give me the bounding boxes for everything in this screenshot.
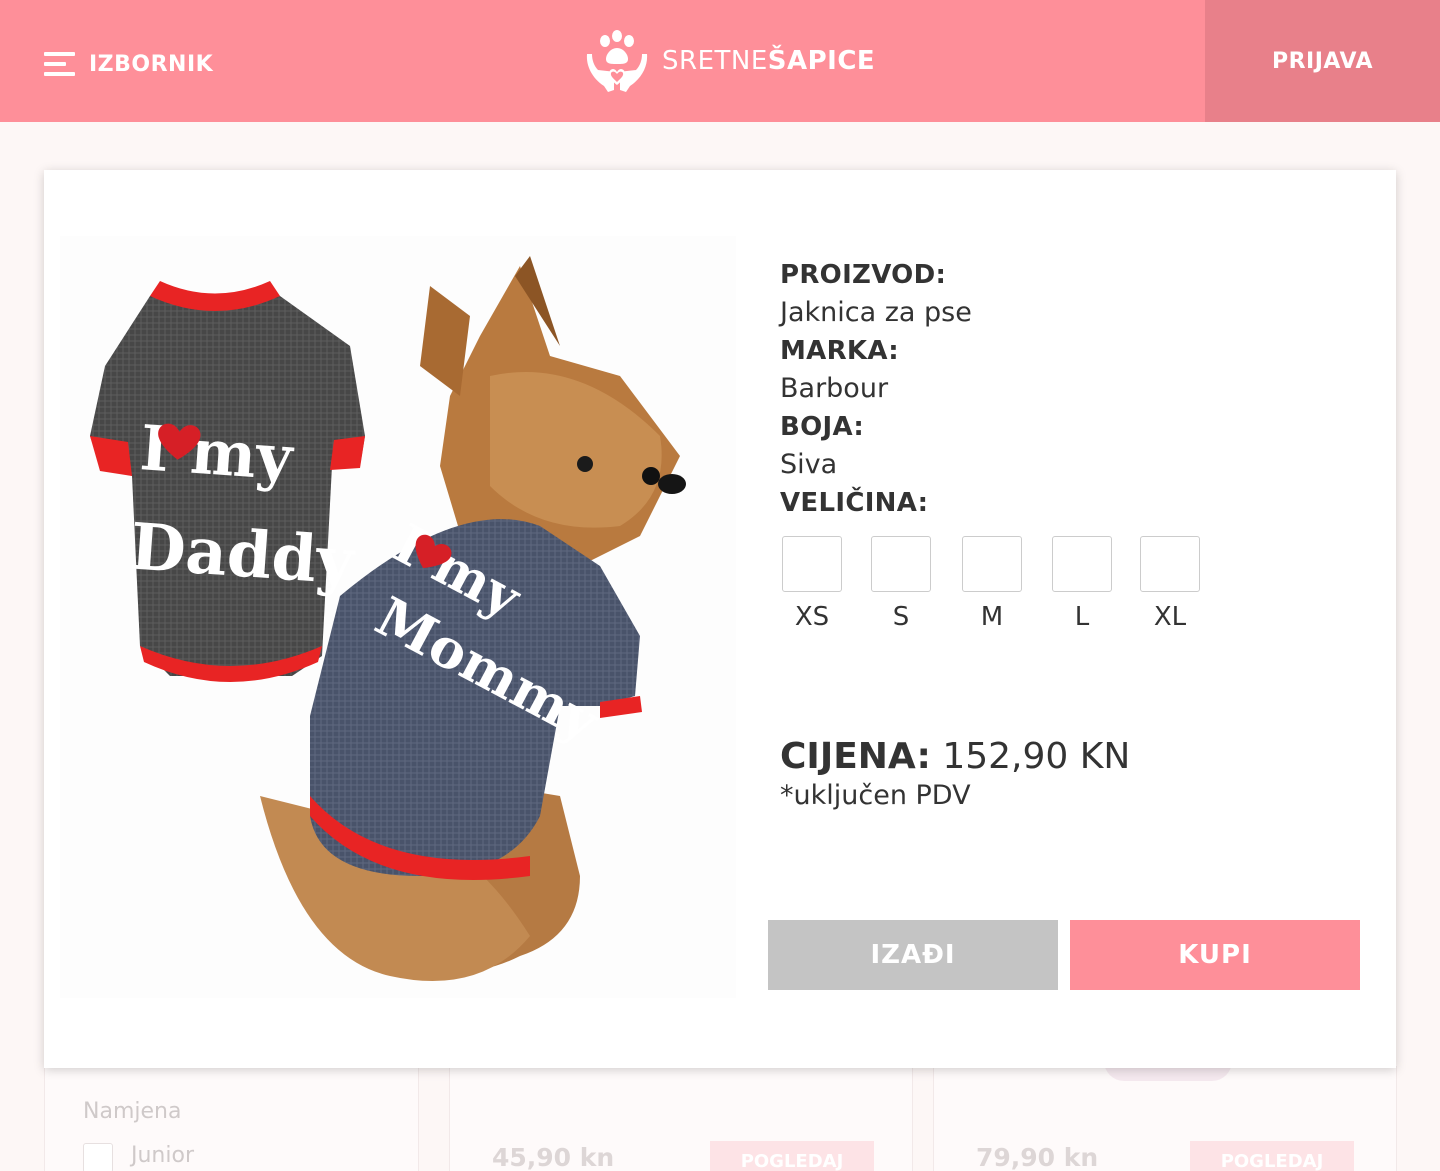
price-value: 152,90 KN [942, 736, 1131, 777]
menu-button[interactable]: IZBORNIK [44, 44, 213, 84]
size-option-m[interactable]: M [962, 536, 1022, 632]
menu-label: IZBORNIK [89, 51, 214, 77]
size-checkbox[interactable] [1052, 536, 1112, 592]
card-price: 45,90 kn [492, 1143, 615, 1171]
login-button[interactable]: PRIJAVA [1205, 0, 1440, 122]
left-sweater-text-bottom: Daddy [128, 509, 358, 600]
top-header: IZBORNIK SRETNEŠAPICE PRIJAVA [0, 0, 1440, 122]
size-option-xs[interactable]: XS [782, 536, 842, 632]
filter-option-label: Junior [131, 1143, 194, 1168]
logo-text: SRETNEŠAPICE [662, 46, 876, 76]
price-label: CIJENA: [780, 736, 931, 777]
size-option-label: XL [1153, 602, 1187, 632]
left-sweater-text-top: I my [138, 411, 297, 495]
vat-note: *uključen PDV [780, 780, 971, 811]
view-button[interactable]: POGLEDAJ [1190, 1141, 1354, 1171]
brand-value: Barbour [780, 373, 889, 404]
product-card: 45,90 kn POGLEDAJ [449, 1066, 913, 1171]
size-checkbox[interactable] [962, 536, 1022, 592]
filter-panel: Namjena Junior [44, 1066, 419, 1171]
buy-button[interactable]: KUPI [1070, 920, 1360, 990]
product-image: I my Daddy I my Mommy [60, 236, 736, 998]
product-label: PROIZVOD: [780, 260, 947, 290]
size-checkbox[interactable] [1140, 536, 1200, 592]
filter-title: Namjena [83, 1099, 182, 1124]
size-checkbox[interactable] [782, 536, 842, 592]
size-option-label: L [1074, 602, 1090, 632]
color-value: Siva [780, 449, 838, 480]
right-sweater: I my Mommy [310, 511, 642, 880]
size-checkbox[interactable] [871, 536, 931, 592]
size-label: VELIČINA: [780, 488, 929, 518]
color-label: BOJA: [780, 412, 865, 442]
exit-button[interactable]: IZAĐI [768, 920, 1058, 990]
dog-sweater-illustration: I my Daddy I my Mommy [90, 256, 686, 981]
size-option-label: XS [794, 602, 830, 632]
size-option-l[interactable]: L [1052, 536, 1112, 632]
brand-label: MARKA: [780, 336, 899, 366]
filter-checkbox-junior[interactable] [83, 1143, 113, 1171]
left-sweater: I my Daddy [90, 281, 365, 682]
size-option-label: M [980, 602, 1004, 632]
product-card: 79,90 kn POGLEDAJ [933, 1061, 1397, 1171]
hamburger-icon [44, 50, 75, 78]
size-option-s[interactable]: S [871, 536, 931, 632]
paw-hands-icon [586, 30, 648, 92]
card-price: 79,90 kn [976, 1143, 1099, 1171]
product-value: Jaknica za pse [780, 297, 972, 328]
price: CIJENA: 152,90 KN [780, 736, 1130, 777]
product-modal: I my Daddy I my Mommy PROIZVOD: Jaknica … [44, 170, 1396, 1068]
view-button[interactable]: POGLEDAJ [710, 1141, 874, 1171]
site-logo[interactable]: SRETNEŠAPICE [584, 28, 875, 94]
size-selector: XS S M L XL [780, 536, 1220, 636]
product-details: PROIZVOD: Jaknica za pse MARKA: Barbour … [780, 256, 972, 522]
size-option-xl[interactable]: XL [1140, 536, 1200, 632]
size-option-label: S [892, 602, 910, 632]
